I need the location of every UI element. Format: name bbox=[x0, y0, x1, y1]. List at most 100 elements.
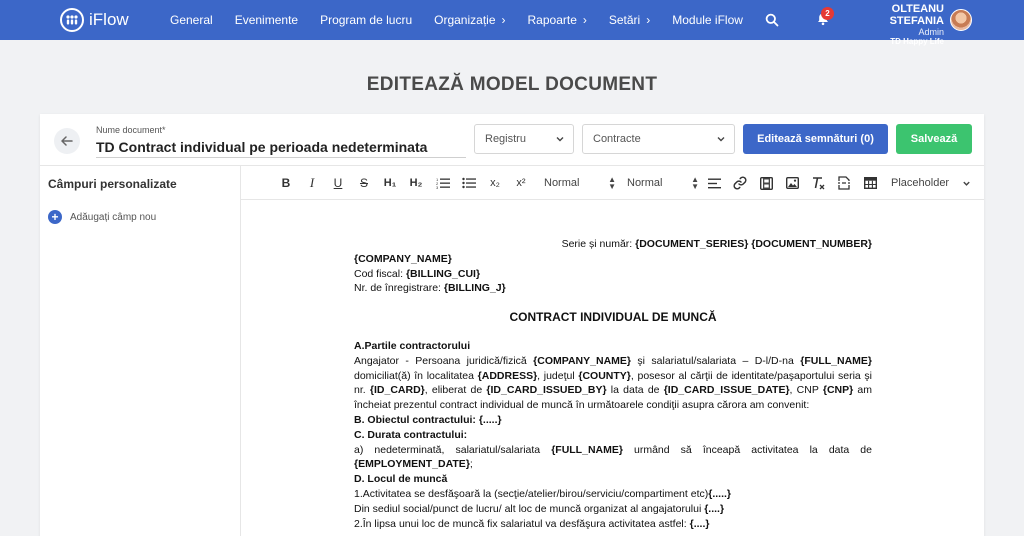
sidebar-title: Câmpuri personalizate bbox=[48, 177, 177, 191]
section-d-line-3: 2.În lipsa unui loc de muncă fix salaria… bbox=[354, 517, 872, 532]
chevron-down-icon bbox=[556, 137, 564, 142]
editor-toolbar: B I U S H₁ H₂ 123 x₂ x² Normal ▲ ▼ Normal… bbox=[241, 166, 984, 200]
font-size-value: Normal bbox=[544, 177, 580, 189]
ordered-list-button[interactable]: 123 bbox=[435, 174, 451, 192]
font-size-select[interactable]: Normal ▲ ▼ bbox=[544, 174, 616, 192]
company-line: {COMPANY_NAME} bbox=[354, 252, 872, 267]
video-icon bbox=[759, 176, 773, 190]
company-placeholder: {COMPANY_NAME} bbox=[354, 252, 452, 265]
document-editor[interactable]: Serie și număr: {DOCUMENT_SERIES} {DOCUM… bbox=[241, 200, 984, 536]
paragraph-select[interactable]: Normal ▲ ▼ bbox=[627, 174, 699, 192]
placeholder: {FULL_NAME} bbox=[551, 443, 623, 456]
app-logo[interactable]: iFlow bbox=[60, 8, 150, 32]
italic-button[interactable]: I bbox=[305, 174, 319, 192]
document-body: Serie și număr: {DOCUMENT_SERIES} {DOCUM… bbox=[354, 237, 872, 531]
placeholder: {COMPANY_NAME} bbox=[533, 354, 631, 367]
nav-module-iflow[interactable]: Module iFlow bbox=[672, 13, 743, 27]
chevron-right-icon: › bbox=[646, 13, 651, 27]
nav-label: Rapoarte bbox=[527, 13, 577, 27]
text: , judeţul bbox=[537, 369, 579, 382]
placeholder: {ID_CARD} bbox=[369, 384, 425, 397]
text: Din sediul social/punct de lucru/ alt lo… bbox=[354, 502, 705, 515]
clear-format-button[interactable] bbox=[811, 174, 825, 192]
search-icon[interactable] bbox=[765, 13, 779, 27]
nav-program-de-lucru[interactable]: Program de lucru bbox=[320, 13, 412, 27]
bullet-list-button[interactable] bbox=[461, 174, 477, 192]
user-menu[interactable]: OLTEANU STEFANIA Admin TD Happy Life bbox=[840, 3, 944, 46]
logo-people-icon bbox=[60, 8, 84, 32]
top-navbar: iFlow General Evenimente Program de lucr… bbox=[0, 0, 1024, 46]
underline-button[interactable]: U bbox=[331, 174, 345, 192]
superscript-button[interactable]: x² bbox=[513, 174, 529, 192]
table-icon bbox=[863, 177, 877, 189]
nav-rapoarte[interactable]: Rapoarte › bbox=[528, 13, 587, 27]
placeholder: {COUNTY} bbox=[578, 369, 631, 382]
placeholder: {.....} bbox=[708, 487, 732, 500]
placeholder-select[interactable]: Placeholder bbox=[891, 174, 971, 192]
section-d-heading: D. Locul de muncă bbox=[354, 472, 872, 487]
add-field-button[interactable]: + Adăugați câmp nou bbox=[48, 210, 156, 224]
page-break-button[interactable] bbox=[837, 174, 851, 192]
edit-signatures-button[interactable]: Editează semnături (0) bbox=[743, 124, 888, 154]
fiscal-line: Cod fiscal: {BILLING_CUI} bbox=[354, 267, 872, 282]
nav-organizatie[interactable]: Organizație › bbox=[434, 13, 505, 27]
main-nav: General Evenimente Program de lucru Orga… bbox=[170, 0, 779, 40]
document-name-input[interactable] bbox=[96, 136, 466, 158]
fiscal-label: Cod fiscal: bbox=[354, 267, 406, 280]
heading-2-button[interactable]: H₂ bbox=[407, 174, 425, 192]
text: , eliberat de bbox=[424, 384, 487, 397]
link-button[interactable] bbox=[733, 174, 747, 192]
placeholder: {....} bbox=[689, 517, 710, 530]
notification-badge: 2 bbox=[821, 7, 834, 20]
placeholder: {EMPLOYMENT_DATE} bbox=[354, 458, 470, 471]
text: ; bbox=[469, 458, 473, 471]
document-name-label: Nume document* bbox=[96, 125, 166, 135]
image-icon bbox=[785, 177, 799, 189]
placeholder: {FULL_NAME} bbox=[800, 354, 872, 367]
nav-label: Evenimente bbox=[234, 13, 299, 27]
registration-placeholder: {BILLING_J} bbox=[443, 282, 506, 295]
placeholder: {ID_CARD_ISSUED_BY} bbox=[486, 384, 607, 397]
bullet-list-icon bbox=[462, 177, 476, 189]
paragraph-value: Normal bbox=[627, 177, 663, 189]
heading-1-button[interactable]: H₁ bbox=[381, 174, 399, 192]
video-button[interactable] bbox=[759, 174, 773, 192]
image-button[interactable] bbox=[785, 174, 799, 192]
nav-label: Program de lucru bbox=[320, 13, 413, 27]
nav-evenimente[interactable]: Evenimente bbox=[235, 13, 298, 27]
chevron-right-icon: › bbox=[501, 13, 506, 27]
up-down-arrows-icon: ▲ ▼ bbox=[608, 175, 616, 191]
section-a-paragraph: Angajator - Persoana juridică/fizică {CO… bbox=[354, 354, 872, 413]
chevron-right-icon: › bbox=[582, 13, 587, 27]
nav-general[interactable]: General bbox=[170, 13, 213, 27]
avatar[interactable] bbox=[950, 9, 972, 31]
strikethrough-button[interactable]: S bbox=[357, 174, 371, 192]
editor-card: Nume document* Registru Contracte Editea… bbox=[40, 114, 984, 536]
arrow-left-icon bbox=[61, 136, 73, 146]
category-select[interactable]: Contracte bbox=[582, 124, 735, 154]
back-button[interactable] bbox=[54, 128, 80, 154]
section-a-heading: A.Partile contractorului bbox=[354, 339, 872, 354]
table-button[interactable] bbox=[863, 174, 877, 192]
section-d-line-2: Din sediul social/punct de lucru/ alt lo… bbox=[354, 502, 872, 517]
user-name: OLTEANU STEFANIA bbox=[889, 3, 944, 27]
text: 2.În lipsa unui loc de muncă fix salaria… bbox=[354, 517, 690, 530]
chevron-down-icon bbox=[963, 181, 970, 186]
align-button[interactable] bbox=[707, 174, 721, 192]
bold-button[interactable]: B bbox=[279, 174, 293, 192]
registry-select-value: Registru bbox=[485, 133, 526, 145]
placeholder: {ID_CARD_ISSUE_DATE} bbox=[663, 384, 790, 397]
save-button[interactable]: Salvează bbox=[896, 124, 972, 154]
subscript-button[interactable]: x₂ bbox=[487, 174, 503, 192]
placeholder: {CNP} bbox=[822, 384, 854, 397]
text: a) nedeterminată, salariatul/salariata bbox=[354, 443, 552, 456]
section-b-heading: B. Obiectul contractului: {.....} bbox=[354, 413, 872, 428]
user-company: TD Happy Life bbox=[890, 37, 944, 46]
section-c-paragraph: a) nedeterminată, salariatul/salariata {… bbox=[354, 443, 872, 473]
registry-select[interactable]: Registru bbox=[474, 124, 574, 154]
ordered-list-icon: 123 bbox=[436, 177, 450, 189]
placeholder: {ADDRESS} bbox=[477, 369, 538, 382]
nav-setari[interactable]: Setări › bbox=[609, 13, 650, 27]
text: şi salariatul/salariata – D-l/D-na bbox=[631, 354, 801, 367]
app-name: iFlow bbox=[89, 10, 129, 29]
